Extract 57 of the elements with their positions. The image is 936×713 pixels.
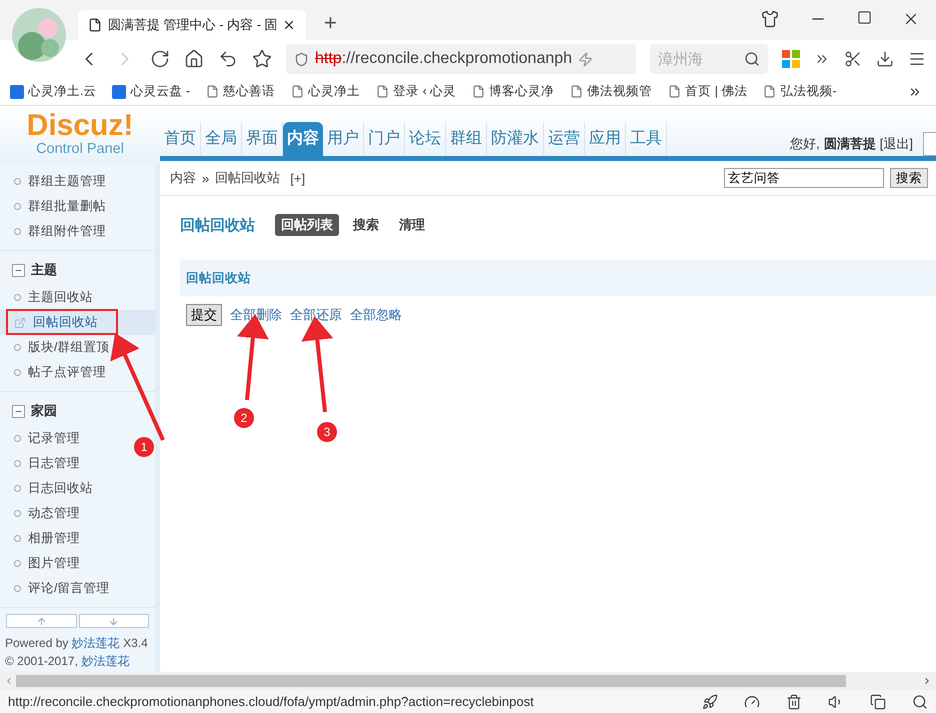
footer-link[interactable]: 妙法莲花 — [72, 636, 120, 650]
url-scheme: http — [315, 50, 342, 68]
sidebar-item[interactable]: 动态管理 — [0, 501, 84, 526]
sidebar-item[interactable]: 主题回收站 — [0, 285, 97, 310]
group-title[interactable]: 家园 — [31, 402, 57, 420]
section-title: 回帖回收站 — [186, 270, 251, 286]
sub-tab[interactable]: 清理 — [393, 214, 431, 236]
action-link[interactable]: 全部忽略 — [350, 306, 402, 324]
bookmark[interactable]: 慈心善语 — [206, 83, 276, 100]
bookmark[interactable]: 弘法视频- — [763, 83, 837, 100]
bookmark[interactable]: 登录 ‹ 心灵 — [376, 83, 456, 100]
sub-tab[interactable]: 回帖列表 — [275, 214, 339, 236]
sidebar-item[interactable]: 群组批量删帖 — [0, 194, 110, 219]
submit-button[interactable]: 提交 — [186, 304, 222, 326]
powered-text: Powered by — [5, 636, 68, 650]
logo-subtitle: Control Panel — [36, 140, 124, 156]
sidebar-item[interactable]: 群组附件管理 — [0, 219, 110, 244]
search-button[interactable]: 搜索 — [890, 168, 928, 188]
sidebar-item[interactable]: 图片管理 — [0, 551, 84, 576]
nav-tab[interactable]: 内容 — [283, 122, 323, 156]
sidebar-item[interactable]: 帖子点评管理 — [0, 360, 110, 385]
group-title[interactable]: 主题 — [31, 261, 57, 279]
bookmark[interactable]: 心灵净土 — [291, 83, 360, 100]
copyright-text: © 2001-2017, — [5, 654, 78, 668]
page-title: 回帖回收站 — [180, 216, 255, 234]
sidebar-item[interactable]: 相册管理 — [0, 526, 84, 551]
step-marker: 3 — [317, 422, 337, 442]
breadcrumb-current: 回帖回收站 — [215, 169, 280, 187]
add-link[interactable]: [+] — [290, 170, 306, 186]
bookmark[interactable]: 心灵净土.云 — [10, 83, 96, 100]
sidebar-item[interactable]: 评论/留言管理 — [0, 576, 114, 601]
sub-tab[interactable]: 搜索 — [347, 214, 385, 236]
logo: Discuz! — [26, 110, 134, 140]
action-link[interactable]: 全部还原 — [290, 306, 342, 324]
breadcrumb-separator: » — [202, 170, 210, 186]
step-marker: 2 — [234, 408, 254, 428]
url-text: ://reconcile.checkpromotionanph — [342, 50, 572, 68]
bookmark[interactable]: 博客心灵净 — [472, 83, 554, 100]
logout-link[interactable]: [退出] — [880, 135, 913, 153]
sidebar-item[interactable]: 日志回收站 — [0, 476, 97, 501]
breadcrumb-link[interactable]: 内容 — [170, 169, 196, 187]
sidebar-item[interactable]: 日志管理 — [0, 451, 84, 476]
greeting: 您好, — [790, 135, 820, 153]
status-url: http://reconcile.checkpromotionanphones.cloud/fofa/ympt/admin.php?action=recyclebinpost — [8, 694, 535, 709]
sidebar-item[interactable]: 群组主题管理 — [0, 169, 110, 194]
sidebar-item[interactable]: 记录管理 — [0, 426, 84, 451]
bookmark[interactable]: 首页 | 佛法 — [668, 83, 748, 100]
bookmark[interactable]: 心灵云盘 - — [112, 83, 190, 100]
user-name: 圆满菩提 — [824, 135, 876, 153]
version-text: X3.4 — [123, 636, 148, 650]
bookmark[interactable]: 佛法视频管 — [570, 83, 652, 100]
address-bar[interactable]: http://reconcile.checkpromotionanph — [286, 44, 636, 74]
search-field[interactable]: 玄艺问答 — [724, 168, 884, 188]
sidebar-item[interactable]: 版块/群组置顶 — [0, 335, 114, 360]
browser-tab[interactable]: 圆满菩提 管理中心 - 内容 - 固 — [78, 10, 306, 40]
footer-link[interactable]: 妙法莲花 — [81, 654, 130, 668]
new-tab-button[interactable]: + — [314, 10, 347, 40]
